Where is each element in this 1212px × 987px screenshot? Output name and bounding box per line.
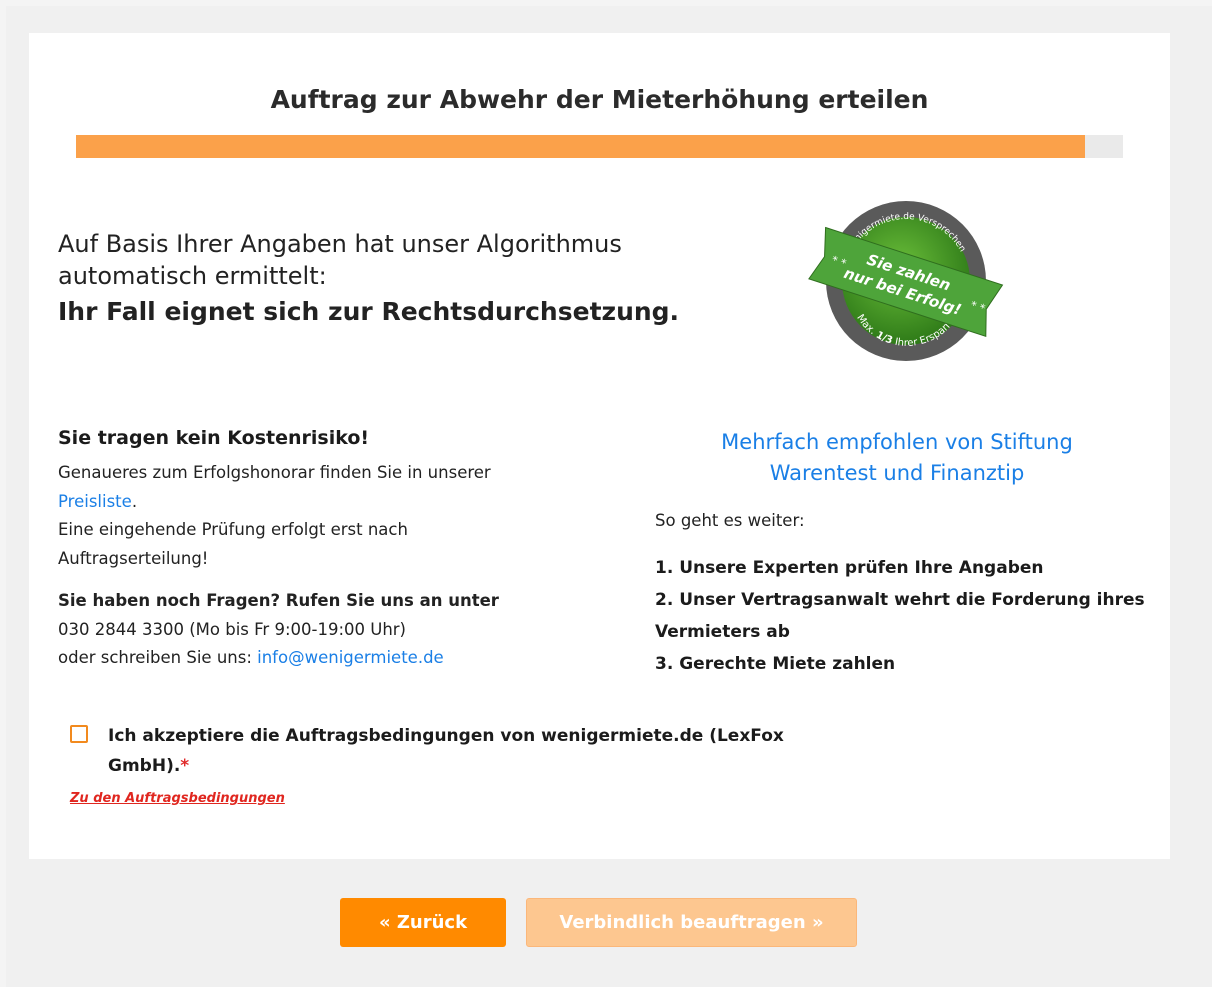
recommendation-text: Mehrfach empfohlen von Stiftung Warentes… [655,427,1139,489]
cost-text-period: . [131,491,138,511]
cost-text-line-4: Auftragserteilung! [58,548,209,568]
step-2-continued: Vermieters ab [655,622,790,642]
required-marker: * [180,756,190,776]
accept-terms-line-2: GmbH).* [108,756,190,776]
headline-line-1: Auf Basis Ihrer Angaben hat unser Algori… [58,230,622,258]
cost-text-line-3: Eine eingehende Prüfung erfolgt erst nac… [58,520,408,539]
contact-email-line: oder schreiben Sie uns: info@wenigermiet… [58,644,578,673]
accept-terms-label[interactable]: Ich akzeptiere die Auftragsbedingungen v… [108,721,798,781]
progress-bar-fill [76,135,1086,158]
main-card: Auftrag zur Abwehr der Mieterhöhung erte… [29,33,1170,859]
steps-list: 1. Unsere Experten prüfen Ihre Angaben 2… [655,552,1155,680]
back-button[interactable]: « Zurück [340,898,506,947]
accept-terms-checkbox[interactable] [70,725,88,743]
result-headline: Auf Basis Ihrer Angaben hat unser Algori… [58,228,758,332]
steps-intro: So geht es weiter: [655,511,805,530]
step-1: 1. Unsere Experten prüfen Ihre Angaben [655,558,1044,578]
recommendation-line-2: Warentest und Finanztip [769,461,1025,485]
recommendation-line-1: Mehrfach empfohlen von Stiftung [721,430,1073,454]
cost-text-line-1: Genaueres zum Erfolgshonorar finden Sie … [58,463,491,482]
contact-block: Sie haben noch Fragen? Rufen Sie uns an … [58,587,578,673]
page-title: Auftrag zur Abwehr der Mieterhöhung erte… [270,85,929,114]
cost-text: Genaueres zum Erfolgshonorar finden Sie … [58,459,578,573]
contact-heading: Sie haben noch Fragen? Rufen Sie uns an … [58,591,499,610]
cost-heading: Sie tragen kein Kostenrisiko! [58,427,370,449]
contact-phone: 030 2844 3300 (Mo bis Fr 9:00-19:00 Uhr) [58,619,406,639]
terms-link[interactable]: Zu den Auftragsbedingungen [70,791,285,806]
cost-text-line-2: Preisliste. [58,488,578,517]
submit-order-button[interactable]: Verbindlich beauftragen » [526,898,857,947]
price-list-link[interactable]: Preisliste [58,492,132,511]
step-2: 2. Unser Vertragsanwalt wehrt die Forder… [655,590,1145,610]
success-guarantee-badge: wenigermiete.de Versprechen Max. 1/3 Ihr… [808,201,1004,361]
cost-info-section: Sie tragen kein Kostenrisiko! Genaueres … [58,427,578,673]
headline-line-2: automatisch ermittelt: [58,262,327,290]
progress-bar [76,135,1123,158]
contact-email-prefix: oder schreiben Sie uns: [58,648,258,667]
step-3: 3. Gerechte Miete zahlen [655,654,896,674]
accept-terms-line-1: Ich akzeptiere die Auftragsbedingungen v… [108,726,784,746]
email-link[interactable]: info@wenigermiete.de [257,648,444,667]
headline-strong: Ihr Fall eignet sich zur Rechtsdurchsetz… [58,297,680,326]
next-steps-section: Mehrfach empfohlen von Stiftung Warentes… [655,427,1155,680]
